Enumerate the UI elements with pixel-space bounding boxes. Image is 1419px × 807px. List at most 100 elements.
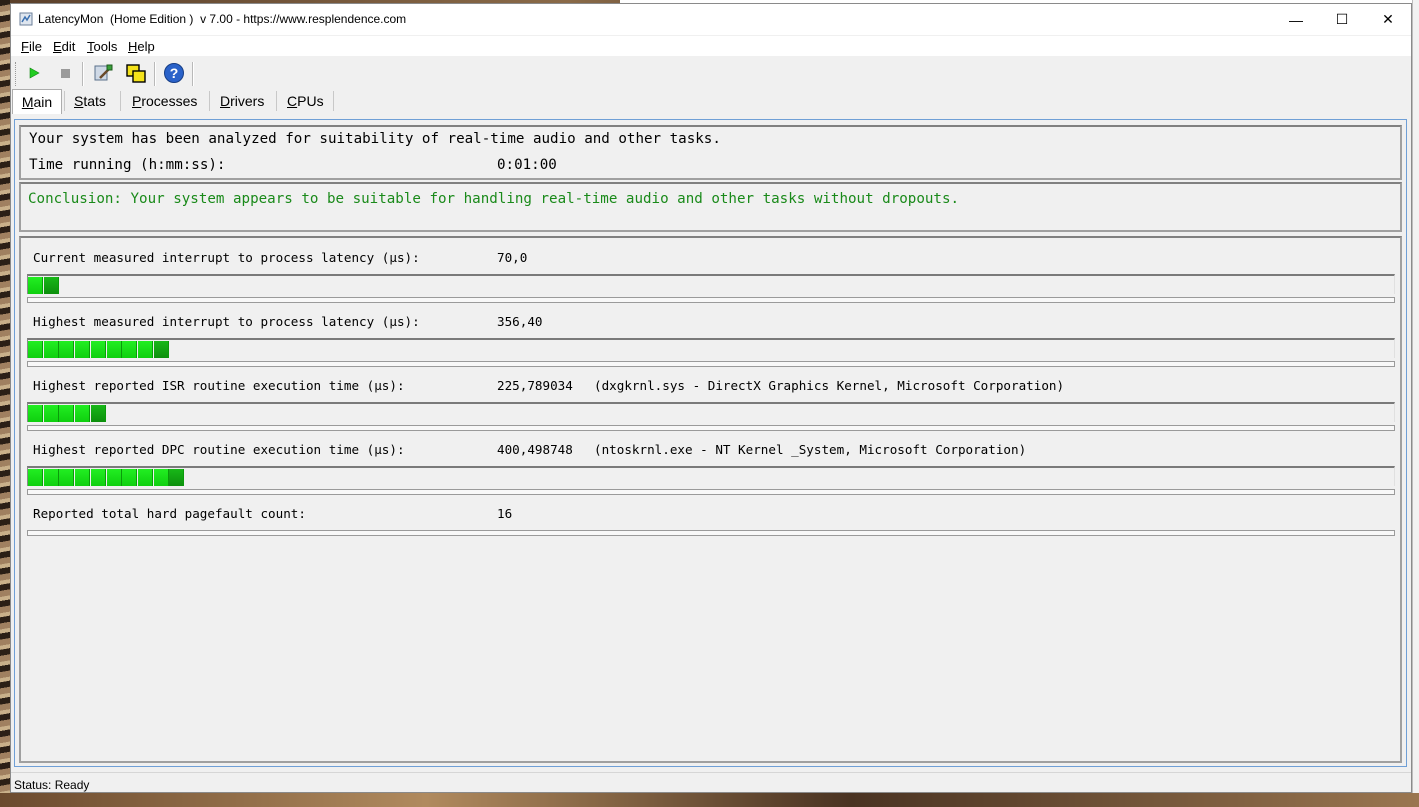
conclusion-panel: Conclusion: Your system appears to be su… <box>19 182 1402 232</box>
app-icon <box>19 12 33 26</box>
bar-segment <box>122 341 138 358</box>
bar-underline <box>27 297 1395 303</box>
bar-segment <box>90 341 106 358</box>
minimize-button[interactable]: — <box>1273 4 1319 35</box>
latency-bar <box>27 274 1395 294</box>
toolbar-separator <box>192 62 194 86</box>
bar-segment <box>122 469 138 486</box>
bar-segment <box>28 341 43 358</box>
bar-segment <box>75 341 91 358</box>
metric-value: 70,0 <box>497 250 528 265</box>
metric-detail: (dxgkrnl.sys - DirectX Graphics Kernel, … <box>594 378 1065 393</box>
analysis-summary: Your system has been analyzed for suitab… <box>29 131 721 147</box>
time-running-label: Time running (h:mm:ss): <box>29 157 226 173</box>
bar-underline <box>27 425 1395 431</box>
help-button[interactable]: ? <box>163 62 185 84</box>
bar-segment <box>43 277 59 294</box>
desktop-background-bottom <box>0 793 1419 807</box>
metric-value: 356,40 <box>497 314 543 329</box>
bar-segment <box>153 469 169 486</box>
conclusion-text: Conclusion: Your system appears to be su… <box>28 191 960 207</box>
tab-separator <box>64 91 65 111</box>
menu-tools[interactable]: Tools <box>87 39 117 54</box>
main-panel: Your system has been analyzed for suitab… <box>14 119 1407 767</box>
toolbar: ? <box>11 58 1411 90</box>
metric-label: Highest reported DPC routine execution t… <box>33 442 405 457</box>
bar-segment <box>153 341 169 358</box>
status-bar: Status: Ready <box>11 772 1411 795</box>
latencymon-window: LatencyMon (Home Edition ) v 7.00 - http… <box>10 3 1412 793</box>
close-icon: ✕ <box>1382 11 1394 27</box>
stop-icon <box>61 69 70 78</box>
tab-separator <box>276 91 277 111</box>
tools-icon <box>94 64 113 81</box>
bar-segment <box>59 469 75 486</box>
tab-separator <box>333 91 334 111</box>
metric-label: Highest measured interrupt to process la… <box>33 314 420 329</box>
tab-main[interactable]: Main <box>12 89 62 114</box>
toolbar-separator <box>82 62 84 86</box>
bar-segment <box>169 469 185 486</box>
bar-segment <box>75 405 91 422</box>
metrics-panel: Current measured interrupt to process la… <box>19 236 1402 763</box>
bar-segment <box>43 405 59 422</box>
background-window-edge-right <box>1412 0 1419 807</box>
latency-bar <box>27 338 1395 358</box>
status-text: Status: Ready <box>14 778 90 792</box>
menu-help[interactable]: Help <box>128 39 155 54</box>
bar-segment <box>59 405 75 422</box>
metric-label: Reported total hard pagefault count: <box>33 506 306 521</box>
metric-label: Highest reported ISR routine execution t… <box>33 378 405 393</box>
bar-underline <box>27 530 1395 536</box>
metric-detail: (ntoskrnl.exe - NT Kernel _System, Micro… <box>594 442 1027 457</box>
metric-value: 16 <box>497 506 513 521</box>
tab-processes[interactable]: Processes <box>132 89 197 113</box>
bar-segment <box>90 469 106 486</box>
summary-panel: Your system has been analyzed for suitab… <box>19 125 1402 180</box>
bar-underline <box>27 361 1395 367</box>
bar-segment <box>75 469 91 486</box>
metric-value: 225,789034 <box>497 378 573 393</box>
svg-text:?: ? <box>170 65 179 81</box>
windows-button[interactable] <box>125 62 147 84</box>
bar-segment <box>28 469 43 486</box>
bar-segment <box>106 341 122 358</box>
bar-segment <box>43 469 59 486</box>
metric-value: 400,498748 <box>497 442 573 457</box>
isr-bar <box>27 402 1395 422</box>
bar-segment <box>137 469 153 486</box>
stop-button[interactable] <box>54 62 76 84</box>
menu-bar: File Edit Tools Help <box>11 36 1411 56</box>
toolbar-separator <box>154 62 156 86</box>
bar-segment <box>43 341 59 358</box>
windows-icon <box>126 64 146 83</box>
window-title: LatencyMon (Home Edition ) v 7.00 - http… <box>38 12 407 26</box>
start-button[interactable] <box>23 62 45 84</box>
bar-segment <box>59 341 75 358</box>
play-icon <box>29 67 40 79</box>
metric-label: Current measured interrupt to process la… <box>33 250 420 265</box>
tab-separator <box>120 91 121 111</box>
tools-button[interactable] <box>92 62 114 84</box>
tab-strip: Main Stats Processes Drivers C PUs <box>11 89 1411 115</box>
menu-edit[interactable]: Edit <box>53 39 75 54</box>
tab-separator <box>209 91 210 111</box>
dpc-bar <box>27 466 1395 486</box>
tab-cpus[interactable]: C PUs <box>287 89 324 113</box>
help-icon: ? <box>164 63 184 83</box>
time-running-value: 0:01:00 <box>497 157 557 173</box>
menu-file[interactable]: File <box>21 39 42 54</box>
bar-segment <box>28 277 43 294</box>
bar-segment <box>90 405 106 422</box>
bar-segment <box>137 341 153 358</box>
bar-underline <box>27 489 1395 495</box>
minimize-icon: — <box>1289 11 1303 28</box>
maximize-icon: ☐ <box>1335 11 1349 27</box>
tab-drivers[interactable]: Drivers <box>220 89 264 113</box>
tab-stats[interactable]: Stats <box>74 89 106 113</box>
bar-segment <box>28 405 43 422</box>
maximize-button[interactable]: ☐ <box>1319 4 1365 35</box>
close-button[interactable]: ✕ <box>1365 4 1411 35</box>
toolbar-grip[interactable] <box>15 62 19 86</box>
title-bar[interactable]: LatencyMon (Home Edition ) v 7.00 - http… <box>11 4 1411 35</box>
